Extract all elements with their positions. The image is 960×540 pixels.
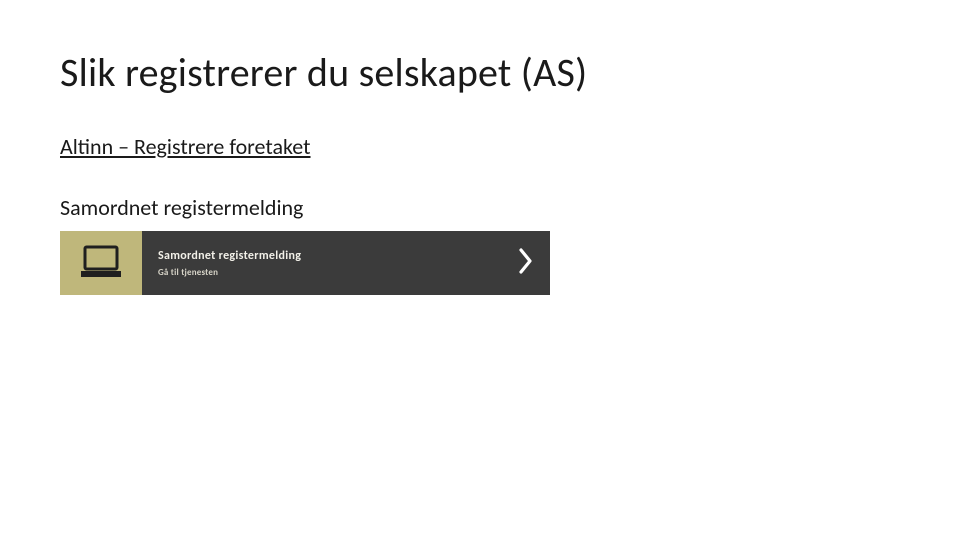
page-title: Slik registrerer du selskapet (AS) [60,48,900,97]
chevron-right-icon [518,247,534,280]
altinn-link[interactable]: Altinn – Registrere foretaket [60,133,311,160]
laptop-icon [77,243,125,283]
service-card[interactable]: Samordnet registermelding Gå til tjenest… [60,231,550,295]
service-card-title: Samordnet registermelding [158,249,301,263]
service-card-body: Samordnet registermelding Gå til tjenest… [142,231,502,295]
service-card-icon-box [60,231,142,295]
service-card-subtitle: Gå til tjenesten [158,267,301,278]
service-card-arrow-box [502,231,550,295]
slide: Slik registrerer du selskapet (AS) Altin… [0,0,960,540]
subheading: Samordnet registermelding [60,194,900,221]
service-card-text: Samordnet registermelding Gå til tjenest… [158,249,301,278]
